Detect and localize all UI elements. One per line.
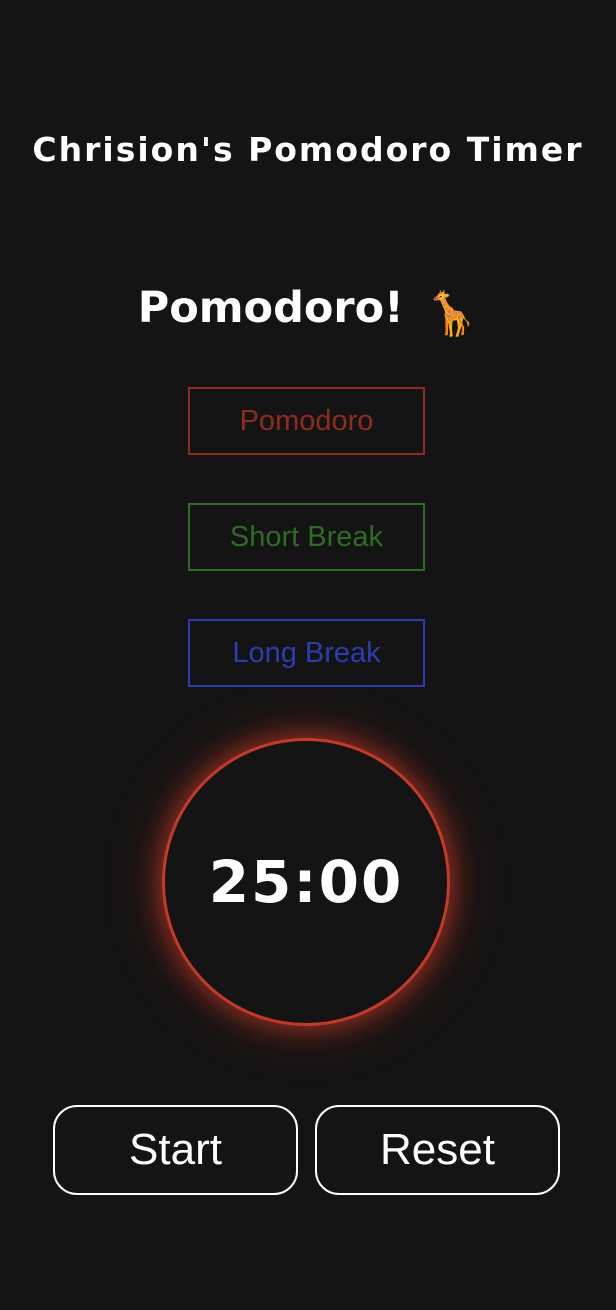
long-break-mode-button[interactable]: Long Break bbox=[188, 619, 425, 687]
reset-button[interactable]: Reset bbox=[315, 1105, 560, 1195]
mode-heading-text: Pomodoro! bbox=[137, 283, 404, 333]
start-button[interactable]: Start bbox=[53, 1105, 298, 1195]
timer-ring: 25:00 bbox=[162, 738, 450, 1026]
short-break-mode-button[interactable]: Short Break bbox=[188, 503, 425, 571]
timer-display: 25:00 bbox=[208, 848, 404, 916]
giraffe-icon: 🦒 bbox=[424, 289, 479, 339]
app-title: Chrision's Pomodoro Timer bbox=[32, 130, 584, 169]
pomodoro-page: Chrision's Pomodoro Timer Pomodoro! 🦒 Po… bbox=[0, 0, 616, 1310]
pomodoro-mode-button[interactable]: Pomodoro bbox=[188, 387, 425, 455]
mode-heading: Pomodoro! 🦒 bbox=[0, 280, 616, 342]
